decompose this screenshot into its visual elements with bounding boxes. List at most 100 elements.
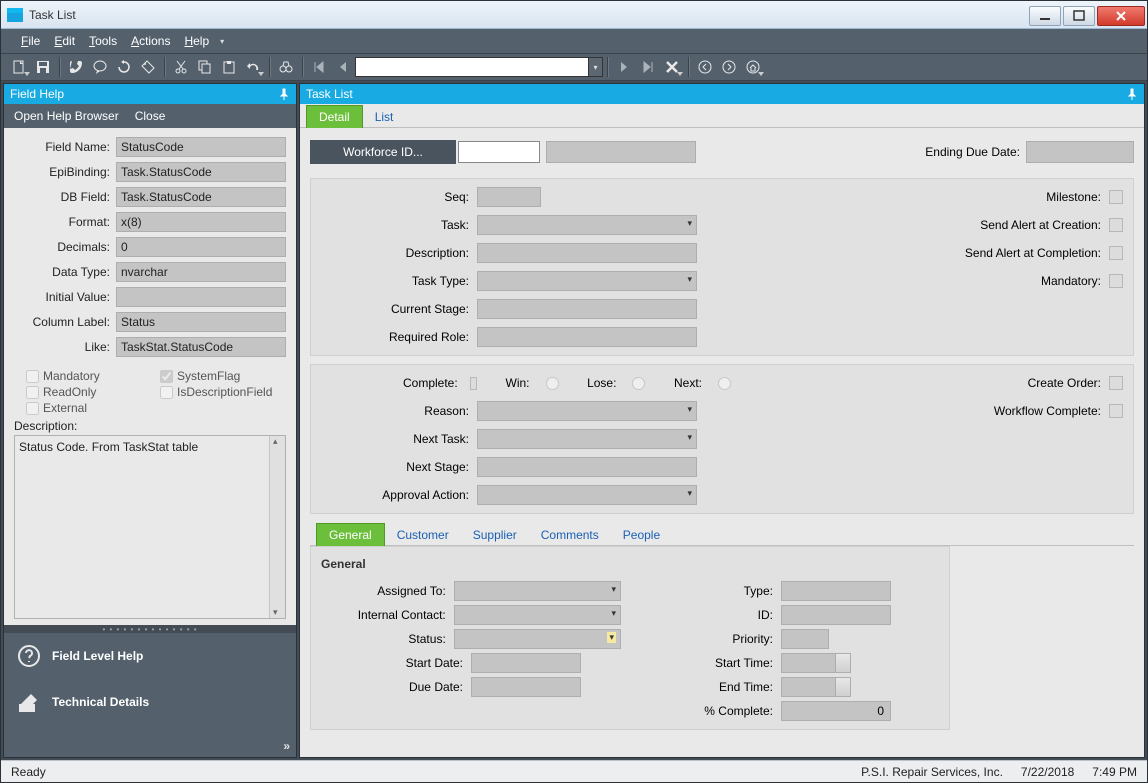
requiredrole-input[interactable] — [477, 327, 697, 347]
cut-icon[interactable] — [169, 56, 193, 78]
tab-list[interactable]: List — [363, 106, 406, 128]
workflowcomplete-checkbox[interactable] — [1109, 404, 1123, 418]
id-input[interactable] — [781, 605, 891, 625]
tasktype-combo[interactable] — [477, 271, 697, 291]
nexttask-combo[interactable] — [477, 429, 697, 449]
scrollbar[interactable] — [269, 436, 285, 618]
endtime-spinner[interactable]: ▴▾ — [781, 677, 851, 697]
pin-icon[interactable] — [278, 88, 290, 100]
menu-edit[interactable]: Edit — [48, 32, 81, 50]
description-textarea[interactable]: Status Code. From TaskStat table — [14, 435, 286, 619]
subtab-comments[interactable]: Comments — [529, 524, 611, 546]
technical-details-link[interactable]: Technical Details — [4, 679, 296, 725]
mandatory-r-checkbox[interactable] — [1109, 274, 1123, 288]
type-input[interactable] — [781, 581, 891, 601]
detail-body: Workforce ID... Ending Due Date: Seq: Ta… — [300, 128, 1144, 757]
internalcontact-combo[interactable] — [454, 605, 621, 625]
external-checkbox[interactable]: External — [26, 401, 152, 415]
menu-file[interactable]: File — [15, 32, 46, 50]
tab-detail[interactable]: Detail — [306, 105, 363, 128]
pin-icon[interactable] — [1126, 88, 1138, 100]
home-icon[interactable] — [741, 56, 765, 78]
nav-next-icon[interactable] — [612, 56, 636, 78]
field-name-value[interactable]: StatusCode — [116, 137, 286, 157]
tag-icon[interactable] — [136, 56, 160, 78]
undo-icon[interactable] — [241, 56, 265, 78]
menu-help[interactable]: Help — [178, 32, 215, 50]
workforce-id-input[interactable] — [458, 141, 540, 163]
close-button[interactable] — [1097, 6, 1145, 26]
toolbar: ▾ — [1, 53, 1147, 81]
decimals-value[interactable]: 0 — [116, 237, 286, 257]
priority-input[interactable] — [781, 629, 829, 649]
copy-icon[interactable] — [193, 56, 217, 78]
task-label: Task: — [321, 218, 477, 232]
close-help-link[interactable]: Close — [135, 109, 166, 123]
nav-last-icon[interactable] — [636, 56, 660, 78]
chat-icon[interactable] — [88, 56, 112, 78]
mandatory-checkbox[interactable]: Mandatory — [26, 369, 152, 383]
new-button[interactable] — [7, 56, 31, 78]
readonly-checkbox[interactable]: ReadOnly — [26, 385, 152, 399]
menu-tools[interactable]: Tools — [83, 32, 123, 50]
more-chevron-icon[interactable]: » — [283, 739, 290, 753]
subtab-general[interactable]: General — [316, 523, 385, 546]
paste-icon[interactable] — [217, 56, 241, 78]
next-radio[interactable] — [718, 377, 731, 390]
delete-icon[interactable] — [660, 56, 684, 78]
seq-input[interactable] — [477, 187, 541, 207]
splitter-grip[interactable]: • • • • • • • • • • • • • • — [4, 625, 296, 633]
columnlabel-value[interactable]: Status — [116, 312, 286, 332]
phone-icon[interactable] — [64, 56, 88, 78]
binoculars-icon[interactable] — [274, 56, 298, 78]
systemflag-checkbox[interactable]: SystemFlag — [160, 369, 286, 383]
ending-due-date-input[interactable] — [1026, 141, 1134, 163]
format-value[interactable]: x(8) — [116, 212, 286, 232]
startdate-input[interactable] — [471, 653, 581, 673]
nav-search-dropdown[interactable]: ▾ — [589, 57, 603, 77]
forward-icon[interactable] — [717, 56, 741, 78]
pctcomplete-value[interactable]: 0 — [781, 701, 891, 721]
status-combo[interactable] — [454, 629, 621, 649]
lose-radio[interactable] — [632, 377, 645, 390]
starttime-spinner[interactable]: ▴▾ — [781, 653, 851, 673]
refresh-icon[interactable] — [112, 56, 136, 78]
nextstage-input[interactable] — [477, 457, 697, 477]
description-input[interactable] — [477, 243, 697, 263]
dbfield-value[interactable]: Task.StatusCode — [116, 187, 286, 207]
minimize-button[interactable] — [1029, 6, 1061, 26]
task-combo[interactable] — [477, 215, 697, 235]
subtab-supplier[interactable]: Supplier — [461, 524, 529, 546]
nav-first-icon[interactable] — [307, 56, 331, 78]
menu-actions[interactable]: Actions — [125, 32, 176, 50]
alert-completion-checkbox[interactable] — [1109, 246, 1123, 260]
open-help-browser-link[interactable]: Open Help Browser — [14, 109, 119, 123]
back-icon[interactable] — [693, 56, 717, 78]
workforce-id-button[interactable]: Workforce ID... — [310, 140, 456, 164]
menu-bar: File Edit Tools Actions Help ▾ — [1, 29, 1147, 53]
currentstage-input[interactable] — [477, 299, 697, 319]
status-ready: Ready — [11, 765, 46, 779]
initialvalue-value[interactable] — [116, 287, 286, 307]
field-level-help-link[interactable]: Field Level Help — [4, 633, 296, 679]
win-radio[interactable] — [546, 377, 559, 390]
createorder-checkbox[interactable] — [1109, 376, 1123, 390]
save-button[interactable] — [31, 56, 55, 78]
epibinding-value[interactable]: Task.StatusCode — [116, 162, 286, 182]
milestone-checkbox[interactable] — [1109, 190, 1123, 204]
maximize-button[interactable] — [1063, 6, 1095, 26]
assignedto-combo[interactable] — [454, 581, 621, 601]
complete-checkbox[interactable] — [470, 377, 477, 390]
subtab-customer[interactable]: Customer — [385, 524, 461, 546]
datatype-value[interactable]: nvarchar — [116, 262, 286, 282]
menu-overflow-icon[interactable]: ▾ — [217, 37, 224, 46]
alert-creation-checkbox[interactable] — [1109, 218, 1123, 232]
reason-combo[interactable] — [477, 401, 697, 421]
like-value[interactable]: TaskStat.StatusCode — [116, 337, 286, 357]
approvalaction-combo[interactable] — [477, 485, 697, 505]
duedate-input[interactable] — [471, 677, 581, 697]
isdescfield-checkbox[interactable]: IsDescriptionField — [160, 385, 286, 399]
subtab-people[interactable]: People — [611, 524, 672, 546]
nav-search-field[interactable] — [355, 57, 589, 77]
nav-prev-icon[interactable] — [331, 56, 355, 78]
